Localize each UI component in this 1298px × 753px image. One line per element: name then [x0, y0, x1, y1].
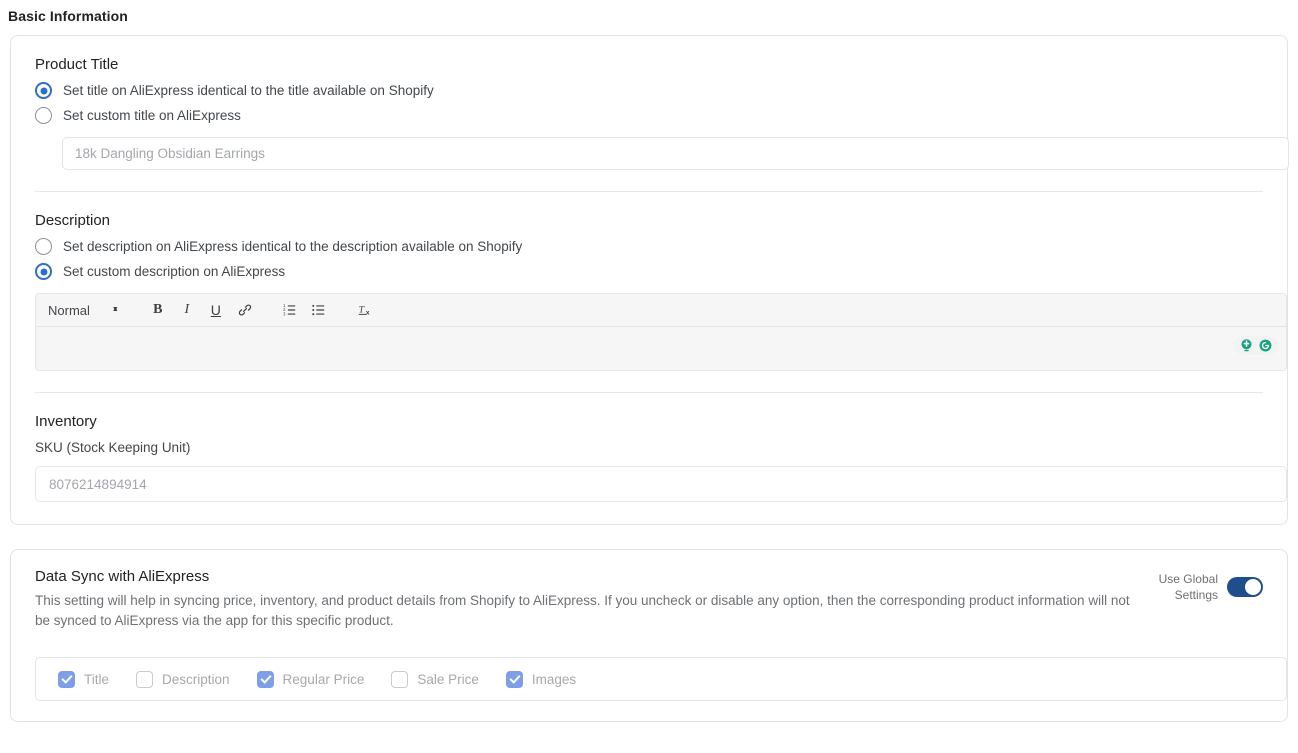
description-rich-text-editor: Normal ▲ ▼ B I U 1 2 3 T x [35, 293, 1287, 371]
data-sync-description: This setting will help in syncing price,… [35, 593, 1130, 628]
checkbox-item-sale-price[interactable]: Sale Price [391, 670, 479, 688]
radio-label: Set description on AliExpress identical … [63, 239, 523, 254]
grammarly-badge[interactable] [1234, 336, 1278, 355]
section-divider [35, 191, 1263, 192]
checkbox-label: Description [162, 671, 230, 687]
checkbox-item-description[interactable]: Description [136, 670, 230, 688]
product-settings-page: Basic Information Product Title Set titl… [0, 0, 1298, 753]
svg-text:x: x [366, 310, 370, 317]
inventory-heading: Inventory [35, 413, 97, 430]
checkbox-icon-checked[interactable] [256, 670, 274, 688]
description-section: Description Set description on AliExpres… [35, 212, 1287, 371]
checkbox-label: Regular Price [282, 671, 365, 687]
format-select-value: Normal [48, 302, 90, 318]
radio-option-description-identical[interactable]: Set description on AliExpress identical … [35, 238, 1263, 255]
data-sync-heading: Data Sync with AliExpress [35, 568, 210, 585]
checkbox-item-images[interactable]: Images [505, 670, 577, 688]
custom-title-input[interactable] [62, 137, 1289, 170]
grammarly-suggestion-icon[interactable] [1239, 338, 1254, 353]
bullet-list-icon[interactable] [306, 298, 332, 322]
checkbox-label: Images [531, 671, 577, 687]
use-global-settings-label: Use Global Settings [1158, 572, 1218, 602]
description-heading: Description [35, 212, 111, 229]
radio-icon-selected[interactable] [35, 82, 52, 99]
radio-label: Set custom description on AliExpress [63, 264, 286, 279]
bold-icon[interactable]: B [145, 298, 171, 322]
checkbox-item-title[interactable]: Title [58, 670, 110, 688]
radio-option-title-identical[interactable]: Set title on AliExpress identical to the… [35, 82, 1263, 99]
sku-label: SKU (Stock Keeping Unit) [35, 440, 191, 455]
checkbox-label: Title [84, 671, 110, 687]
editor-toolbar: Normal ▲ ▼ B I U 1 2 3 T x [36, 294, 1286, 327]
grammarly-logo-icon[interactable] [1258, 338, 1273, 353]
product-title-section: Product Title Set title on AliExpress id… [35, 56, 1289, 170]
checkbox-icon-checked[interactable] [58, 670, 75, 688]
product-title-heading: Product Title [35, 56, 119, 73]
sku-input[interactable] [35, 466, 1287, 502]
link-icon[interactable] [232, 298, 258, 322]
radio-label: Set title on AliExpress identical to the… [63, 83, 434, 98]
sync-options-panel: Title Description Regular Price Sale Pri… [35, 657, 1287, 701]
svg-text:3: 3 [283, 311, 286, 316]
section-divider [35, 392, 1263, 393]
checkbox-icon-unchecked[interactable] [391, 670, 409, 688]
clear-formatting-icon[interactable]: T x [354, 298, 380, 322]
use-global-settings-control[interactable]: Use Global Settings [1156, 568, 1263, 603]
radio-icon-selected[interactable] [35, 263, 52, 280]
basic-information-card: Product Title Set title on AliExpress id… [10, 35, 1289, 525]
data-sync-card: Data Sync with AliExpress This setting w… [10, 549, 1288, 722]
underline-icon[interactable]: U [203, 298, 229, 322]
inventory-section: Inventory SKU (Stock Keeping Unit) [35, 413, 1287, 502]
radio-icon-unselected[interactable] [35, 107, 52, 124]
checkbox-icon-checked[interactable] [505, 670, 523, 688]
radio-option-description-custom[interactable]: Set custom description on AliExpress [35, 263, 1263, 280]
toggle-knob [1245, 579, 1261, 595]
checkbox-item-regular-price[interactable]: Regular Price [256, 670, 365, 688]
radio-option-title-custom[interactable]: Set custom title on AliExpress [35, 107, 1263, 124]
radio-label: Set custom title on AliExpress [63, 108, 241, 123]
format-select[interactable]: Normal ▲ ▼ [48, 303, 119, 318]
checkbox-icon-unchecked[interactable] [136, 670, 154, 688]
page-title: Basic Information [8, 8, 128, 24]
italic-icon[interactable]: I [174, 298, 200, 322]
use-global-settings-toggle[interactable] [1227, 577, 1263, 597]
checkbox-label: Sale Price [417, 671, 479, 687]
radio-icon-unselected[interactable] [35, 238, 52, 255]
ordered-list-icon[interactable]: 123 [277, 298, 303, 322]
description-editor-body[interactable] [36, 327, 1286, 370]
